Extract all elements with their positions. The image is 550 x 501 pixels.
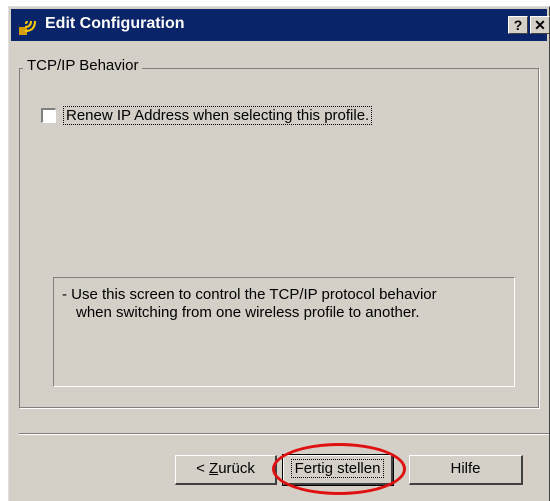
edit-configuration-dialog: Edit Configuration ? ✕ TCP/IP Behavior R… xyxy=(8,6,550,501)
window-title: Edit Configuration xyxy=(45,15,185,32)
back-button-label: urück xyxy=(218,460,255,477)
renew-ip-checkbox-label[interactable]: Renew IP Address when selecting this pro… xyxy=(63,106,373,125)
finish-button[interactable]: Fertig stellen xyxy=(282,454,394,486)
groupbox-label: TCP/IP Behavior xyxy=(23,57,143,74)
renew-ip-checkbox[interactable] xyxy=(41,108,56,123)
back-button-prefix: < xyxy=(196,460,210,477)
finish-button-label: Fertig stellen xyxy=(290,459,385,478)
info-line-1: - Use this screen to control the TCP/IP … xyxy=(62,286,437,303)
info-line-2: when switching from one wireless profile… xyxy=(76,304,420,321)
help-title-button[interactable]: ? xyxy=(508,16,528,34)
title-bar[interactable]: Edit Configuration ? ✕ xyxy=(11,9,550,41)
separator-line xyxy=(19,433,549,435)
back-button[interactable]: < Zurück xyxy=(175,455,277,485)
help-button[interactable]: Hilfe xyxy=(409,455,523,485)
help-button-label: Hilfe xyxy=(450,460,481,477)
wireless-icon xyxy=(19,20,36,35)
back-button-accelerator: Z xyxy=(209,460,219,477)
info-text-box: - Use this screen to control the TCP/IP … xyxy=(53,277,515,387)
close-button[interactable]: ✕ xyxy=(530,16,550,34)
